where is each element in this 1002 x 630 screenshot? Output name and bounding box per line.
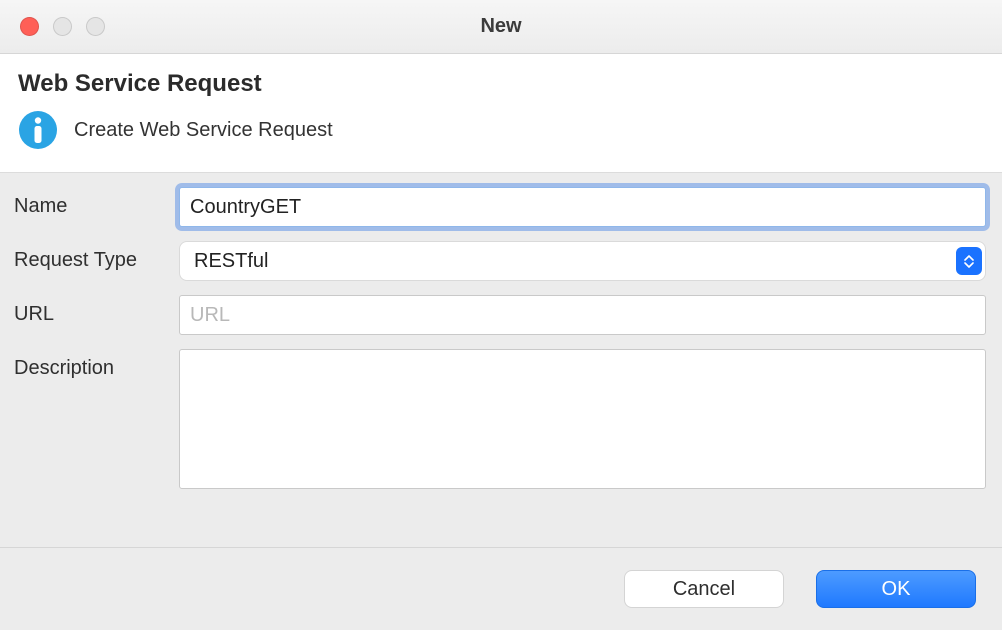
cancel-button[interactable]: Cancel [624,570,784,608]
description-label: Description [14,349,179,380]
header-subline: Create Web Service Request [18,110,984,150]
name-label: Name [14,187,179,218]
dialog-header: Web Service Request Create Web Service R… [0,54,1002,173]
info-icon [18,110,58,150]
dialog-footer: Cancel OK [0,547,1002,630]
description-textarea[interactable] [179,349,986,489]
page-subtitle: Create Web Service Request [74,119,333,142]
url-label: URL [14,295,179,326]
form-area: Name Request Type RESTful URL Descriptio… [0,173,1002,530]
name-input[interactable] [179,187,986,227]
maximize-window-button[interactable] [86,17,105,36]
request-type-select[interactable]: RESTful [179,241,986,281]
minimize-window-button[interactable] [53,17,72,36]
close-window-button[interactable] [20,17,39,36]
window-controls [0,17,105,36]
url-input[interactable] [179,295,986,335]
request-type-value: RESTful [194,250,268,273]
page-title: Web Service Request [18,70,984,98]
titlebar: New [0,0,1002,54]
ok-button[interactable]: OK [816,570,976,608]
chevron-updown-icon [956,247,982,275]
window-title: New [480,15,521,38]
request-type-label: Request Type [14,241,179,272]
